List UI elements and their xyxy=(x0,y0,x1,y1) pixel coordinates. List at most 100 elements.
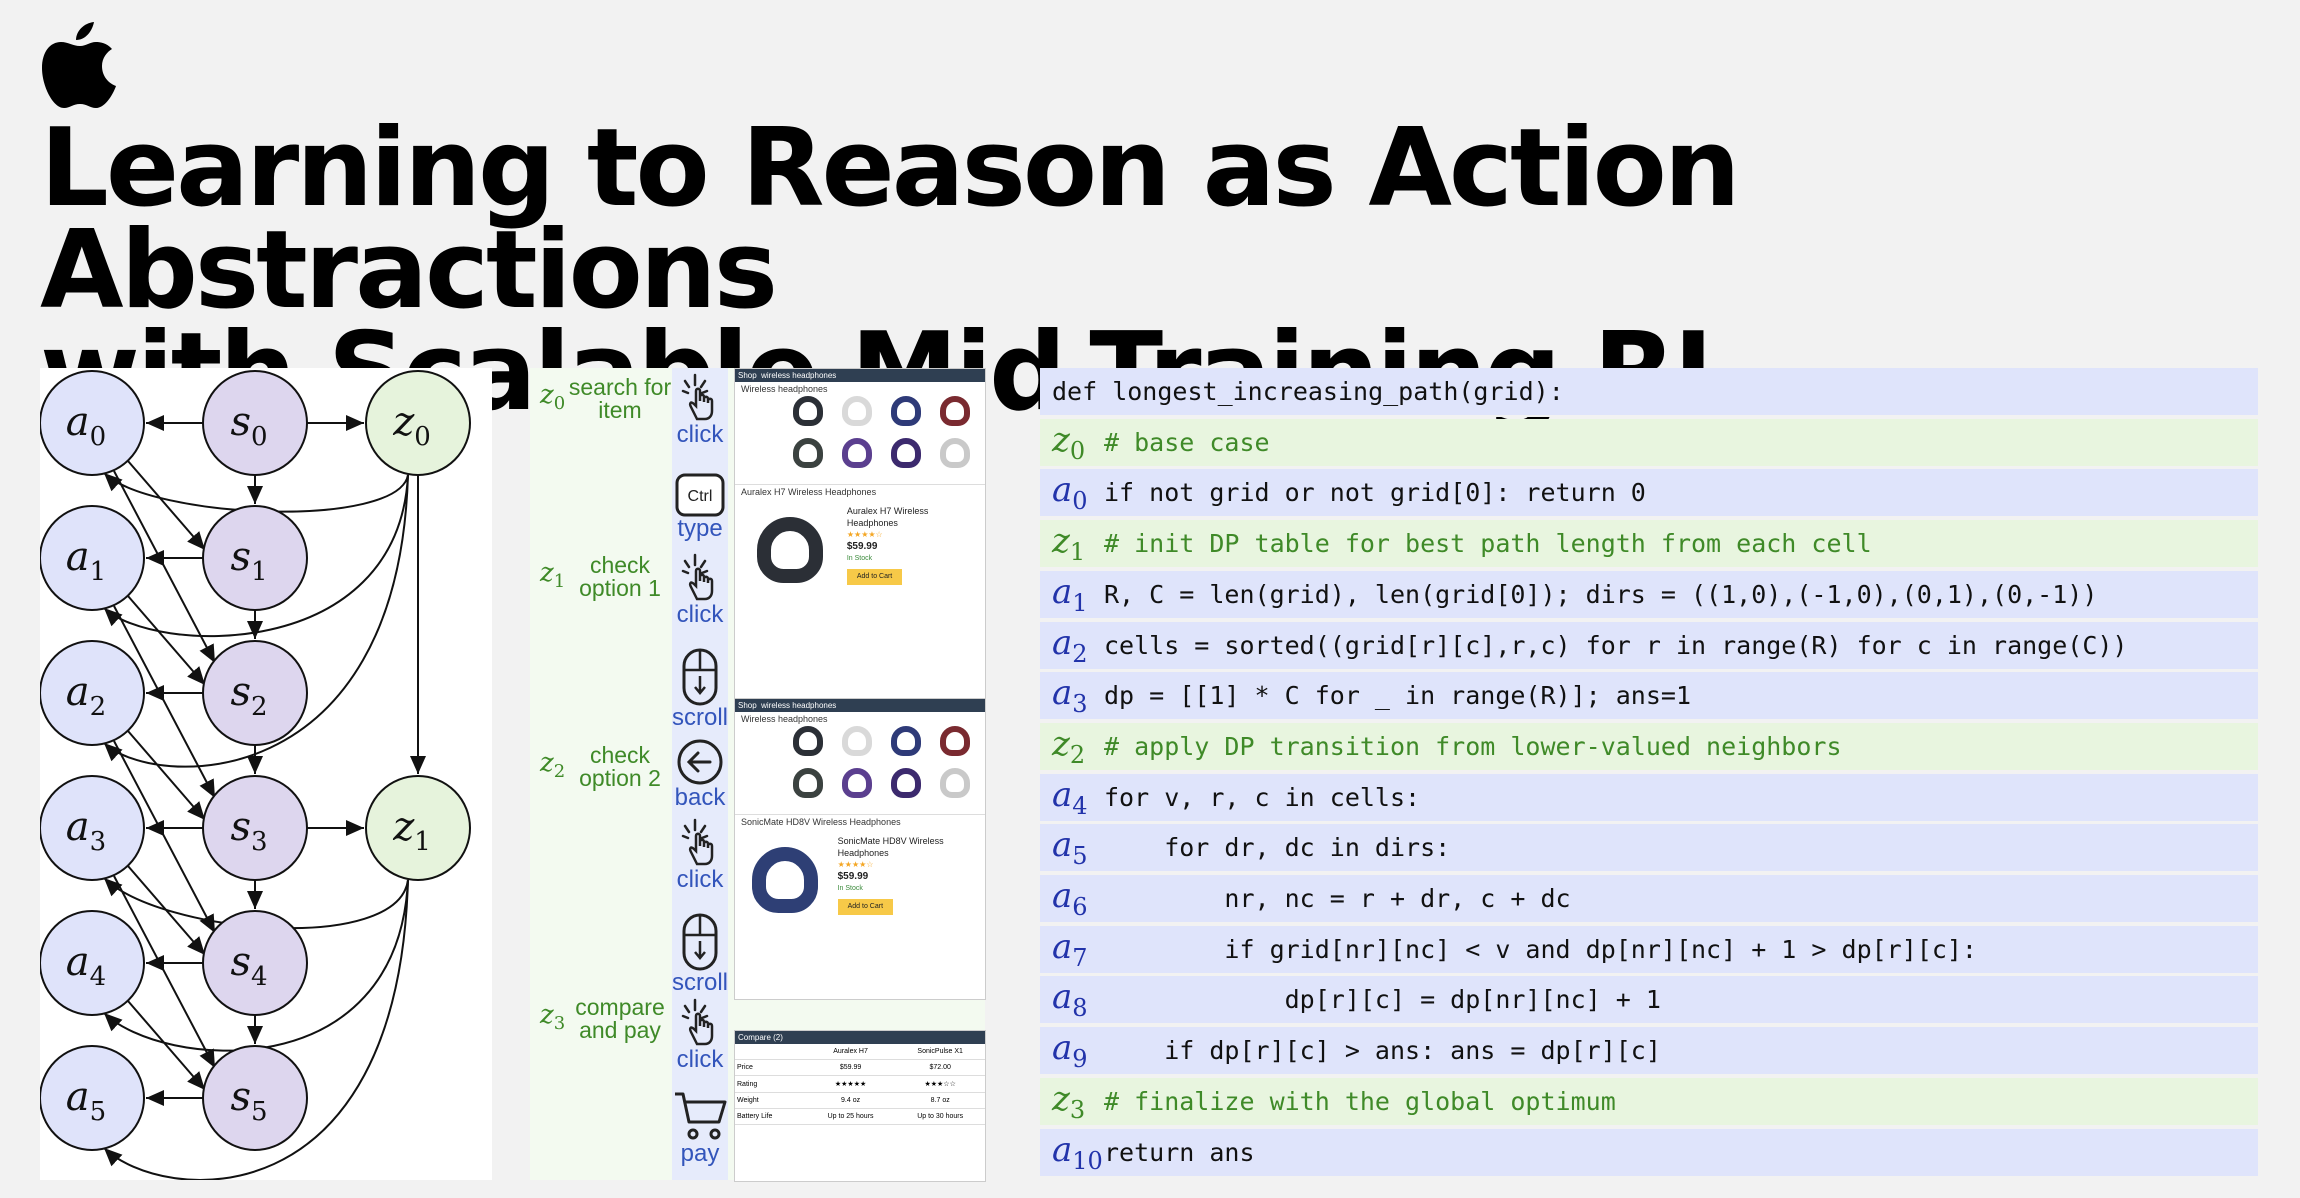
product1-image xyxy=(741,505,839,595)
code-text: for v, r, c in cells: xyxy=(1104,782,1421,812)
code-line-a8: a8 dp[r][c] = dp[nr][nc] + 1 xyxy=(1040,976,2258,1026)
code-label: a0 xyxy=(1052,470,1088,516)
code-text: nr, nc = r + dr, c + dc xyxy=(1104,884,1571,913)
code-line-a5: a5 for dr, dc in dirs: xyxy=(1040,824,2258,874)
code-line-a0: a0 if not grid or not grid[0]: return 0 xyxy=(1040,469,2258,519)
product1-rating: ★★★★☆ xyxy=(846,530,883,539)
action-type: Ctrl type xyxy=(672,473,728,541)
headphone-thumbnail[interactable] xyxy=(834,726,879,766)
headphone-thumbnail[interactable] xyxy=(834,438,879,478)
results-heading-2: Wireless headphones xyxy=(741,714,828,724)
action-pay: pay xyxy=(672,1090,728,1166)
action-label: click xyxy=(676,1046,724,1073)
code-text: dp[r][c] = dp[nr][nc] + 1 xyxy=(1104,985,1661,1015)
compare-cell: 9.4 oz xyxy=(805,1092,896,1109)
compare-cell: ★★★★★ xyxy=(805,1075,896,1093)
code-line-a6: a6 nr, nc = r + dr, c + dc xyxy=(1040,875,2258,924)
code-text: if not grid or not grid[0]: return 0 xyxy=(1104,478,1646,508)
compare-row: Weight 9.4 oz 8.7 oz xyxy=(735,1092,985,1109)
action-click: click xyxy=(672,373,728,447)
ctrl-key-icon: Ctrl xyxy=(672,473,728,517)
code-text: dp = [[1] * C for _ in range(R)]; ans=1 xyxy=(1104,681,1691,711)
product1-stock: In Stock xyxy=(846,555,873,562)
product2-rating: ★★★★☆ xyxy=(837,860,874,869)
compare-row: Battery Life Up to 25 hours Up to 30 hours xyxy=(735,1108,985,1125)
product2-add-to-cart-button[interactable]: Add to Cart xyxy=(837,899,894,915)
code-line-a3: a3 dp = [[1] * C for _ in range(R)]; ans=… xyxy=(1040,672,2258,722)
headphone-thumbnail[interactable] xyxy=(932,438,977,478)
code-label: a10 xyxy=(1052,1129,1103,1175)
action-label: scroll xyxy=(672,969,729,996)
compare-cell: Up to 25 hours xyxy=(805,1108,896,1125)
code-text: # finalize with the global optimum xyxy=(1104,1086,1616,1116)
product2-image xyxy=(741,835,830,925)
code-label: z2 xyxy=(1052,723,1086,769)
graph-diagram: a0a1a2a3a4a5s0s1s2s3s4s5z0z1 xyxy=(40,370,471,1180)
code-label: a5 xyxy=(1052,825,1088,871)
compare-cell: $59.99 xyxy=(805,1059,896,1076)
code-line-a4: a4 for v, r, c in cells: xyxy=(1040,773,2258,823)
product2-name: SonicMate HD8V Wireless Headphones xyxy=(837,836,944,858)
code-text: if dp[r][c] > ans: ans = dp[r][c] xyxy=(1104,1036,1661,1066)
code-text: if grid[nr][nc] < v and dp[nr][nc] + 1 >… xyxy=(1104,934,1977,964)
code-text: # init DP table for best path length fro… xyxy=(1104,529,1872,559)
action-scroll: scroll xyxy=(672,648,728,730)
code-header-row: def longest_increasing_path(grid): xyxy=(1040,368,2258,417)
product1-name: Auralex H7 Wireless Headphones xyxy=(846,506,929,528)
action-label: click xyxy=(676,601,724,628)
headphone-thumbnail[interactable] xyxy=(932,396,977,436)
headphone-thumbnail[interactable] xyxy=(834,768,879,808)
headphone-thumbnail[interactable] xyxy=(785,438,830,478)
code-label: a3 xyxy=(1052,673,1088,719)
code-label: z3 xyxy=(1052,1078,1086,1124)
code-label: z1 xyxy=(1052,521,1086,566)
code-line-a9: a9 if dp[r][c] > ans: ans = dp[r][c] xyxy=(1040,1027,2258,1077)
compare-cell: $72.00 xyxy=(895,1059,985,1076)
product1-add-to-cart-button[interactable]: Add to Cart xyxy=(846,569,903,585)
code-line-a1: a1 R, C = len(grid), len(grid[0]); dirs =… xyxy=(1040,570,2258,620)
results-heading: Wireless headphones xyxy=(741,384,828,394)
headphone-thumbnail[interactable] xyxy=(932,726,977,766)
click-hand-icon xyxy=(672,553,728,603)
headphone-thumbnail[interactable] xyxy=(883,768,928,808)
click-hand-icon xyxy=(672,818,728,868)
code-line-z3: z3 # finalize with the global optimum xyxy=(1040,1077,2258,1127)
code-label: a6 xyxy=(1052,876,1088,921)
back-arrow-icon xyxy=(672,738,728,786)
apple-logo-icon xyxy=(42,22,116,108)
compare-cell: Rating xyxy=(735,1075,806,1093)
code-text: # base case xyxy=(1104,427,1270,457)
code-label: z0 xyxy=(1052,419,1086,465)
mouse-scroll-icon xyxy=(672,913,728,971)
headphone-thumbnail[interactable] xyxy=(834,396,879,436)
compare-row: Price $59.99 $72.00 xyxy=(735,1059,985,1076)
code-panel: def longest_increasing_path(grid): z0 # b… xyxy=(1040,368,2258,1180)
code-header: def longest_increasing_path(grid): xyxy=(1052,377,1564,406)
action-click: click xyxy=(672,818,728,892)
product1-price: $59.99 xyxy=(846,541,878,552)
product2-stock: In Stock xyxy=(837,885,863,892)
svg-text:Ctrl: Ctrl xyxy=(688,488,713,505)
code-text: for dr, dc in dirs: xyxy=(1104,833,1451,863)
action-scroll: scroll xyxy=(672,913,728,995)
shop-screenshot-compare: Compare (2) Auralex H7 SonicPulse X1 Price… xyxy=(734,1030,986,1182)
headphone-thumbnail[interactable] xyxy=(883,438,928,478)
code-label: a1 xyxy=(1052,571,1088,617)
web-agent-panel: z0 search for item z1 check option 1 z2 check… xyxy=(530,368,986,1182)
headphone-thumbnail[interactable] xyxy=(785,768,830,808)
shopping-cart-icon xyxy=(672,1090,728,1142)
web-z-description: compare and pay xyxy=(575,994,665,1043)
headphone-thumbnail[interactable] xyxy=(883,726,928,766)
product1-detail: Auralex H7 Wireless Headphones ★★★★☆ $59… xyxy=(735,499,985,601)
action-click: click xyxy=(672,998,728,1072)
compare-row: Rating ★★★★★ ★★★☆☆ xyxy=(735,1075,985,1093)
headphone-thumbnail[interactable] xyxy=(932,768,977,808)
headphone-thumbnail[interactable] xyxy=(785,726,830,766)
code-label: a8 xyxy=(1052,977,1088,1023)
headphone-thumbnail[interactable] xyxy=(785,396,830,436)
headphone-thumbnail[interactable] xyxy=(883,396,928,436)
code-line-a2: a2 cells = sorted((grid[r][c],r,c) for r … xyxy=(1040,621,2258,671)
code-line-z1: z1 # init DP table for best path length f… xyxy=(1040,520,2258,570)
web-z-description: check option 1 xyxy=(579,552,661,601)
shop-screenshot-option2: Shop wireless headphones Wireless headph… xyxy=(734,698,986,1000)
